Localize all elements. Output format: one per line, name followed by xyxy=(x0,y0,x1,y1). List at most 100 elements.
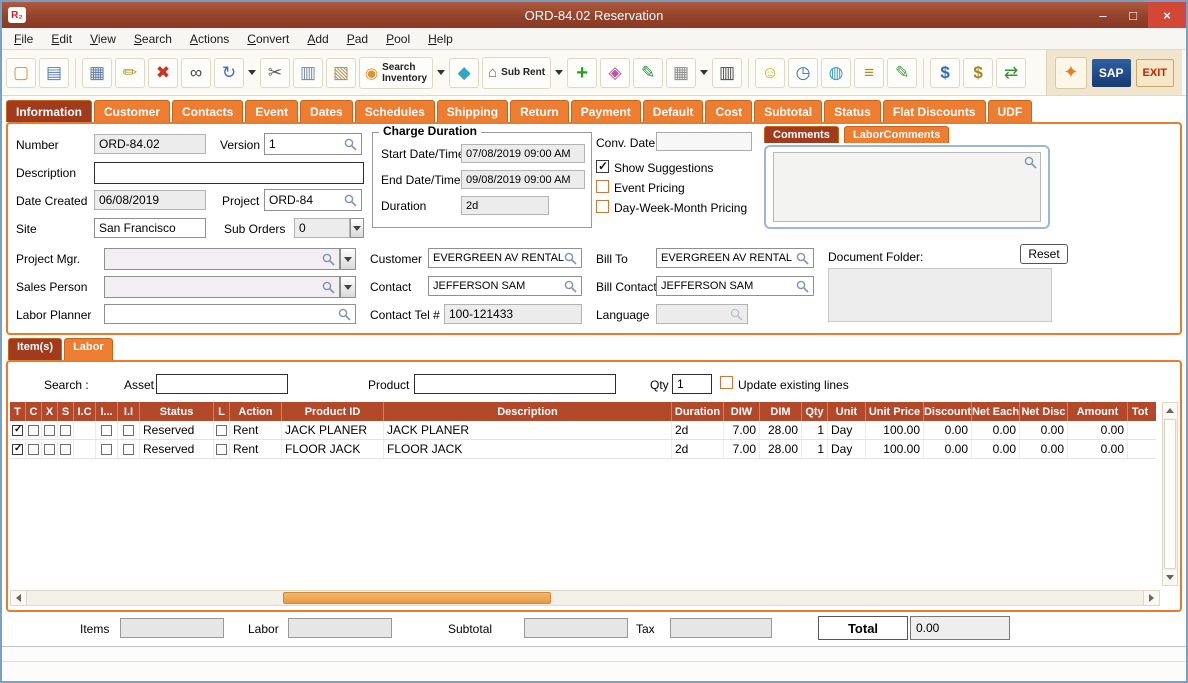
cell-ii[interactable] xyxy=(118,421,140,439)
end-datetime-field[interactable]: 09/08/2019 09:00 AM xyxy=(461,170,585,189)
tab-cost[interactable]: Cost xyxy=(705,100,752,122)
date-created-field[interactable]: 06/08/2019 xyxy=(94,190,206,210)
reset-button[interactable]: Reset xyxy=(1020,244,1068,264)
items-horizontal-scrollbar[interactable] xyxy=(10,590,1160,606)
cell-net-each[interactable]: 0.00 xyxy=(972,421,1020,439)
scroll-down-button[interactable] xyxy=(1163,570,1177,585)
customer-field[interactable]: EVERGREEN AV RENTAL xyxy=(428,248,582,268)
project-mgr-lookup-icon[interactable] xyxy=(322,253,335,266)
payment-button[interactable]: $ xyxy=(963,58,993,88)
cell-dim[interactable]: 28.00 xyxy=(760,440,802,458)
sap-button[interactable]: SAP xyxy=(1092,59,1131,87)
tab-labor-comments[interactable]: LaborComments xyxy=(844,126,949,143)
row-i-checkbox[interactable] xyxy=(101,425,112,436)
new-order-button[interactable]: ▢ xyxy=(6,58,36,88)
tab-default[interactable]: Default xyxy=(643,100,704,122)
paste-button[interactable]: ▧ xyxy=(326,58,356,88)
row-x-checkbox[interactable] xyxy=(44,425,55,436)
row-ii-checkbox[interactable] xyxy=(123,425,134,436)
horizontal-scroll-thumb[interactable] xyxy=(283,592,551,604)
calendar-button[interactable]: ▦ xyxy=(666,58,696,88)
row-c-checkbox[interactable] xyxy=(28,444,39,455)
search-inventory-dropdown-arrow-icon[interactable] xyxy=(436,58,446,88)
asset-input[interactable] xyxy=(156,374,288,394)
shapes-button[interactable]: ◆ xyxy=(449,58,479,88)
cell-select[interactable] xyxy=(10,440,26,458)
col-unit[interactable]: Unit xyxy=(828,402,866,421)
search-inventory-button[interactable]: ◉ SearchInventory xyxy=(359,57,433,89)
product-input[interactable] xyxy=(414,374,616,394)
day-week-month-checkbox[interactable] xyxy=(596,200,609,213)
cell-net-disc[interactable]: 0.00 xyxy=(1020,421,1068,439)
cell-c[interactable] xyxy=(26,421,42,439)
cell-amount[interactable]: 0.00 xyxy=(1068,421,1128,439)
cell-qty[interactable]: 1 xyxy=(802,421,828,439)
col-t[interactable]: T xyxy=(10,402,26,421)
tools-button[interactable]: ✦ xyxy=(1055,57,1087,89)
cell-description[interactable]: JACK PLANER xyxy=(384,421,672,439)
exit-button[interactable]: EXIT xyxy=(1136,59,1174,87)
start-datetime-field[interactable]: 07/08/2019 09:00 AM xyxy=(461,144,585,163)
barcode-print-button[interactable]: ▥ xyxy=(712,58,742,88)
contact-field[interactable]: JEFFERSON SAM xyxy=(428,276,582,296)
cell-dim[interactable]: 28.00 xyxy=(760,421,802,439)
col-amount[interactable]: Amount xyxy=(1068,402,1128,421)
col-diw[interactable]: DIW xyxy=(724,402,760,421)
total-value-field[interactable]: 0.00 xyxy=(910,616,1010,640)
menu-search[interactable]: Search xyxy=(134,32,172,46)
menu-actions[interactable]: Actions xyxy=(190,32,229,46)
col-net-disc[interactable]: Net Disc xyxy=(1020,402,1068,421)
cell-s[interactable] xyxy=(58,440,74,458)
project-mgr-field[interactable] xyxy=(104,248,340,270)
cell-idots[interactable] xyxy=(96,440,118,458)
maximize-button[interactable]: □ xyxy=(1118,2,1148,28)
print-button[interactable]: ▤ xyxy=(39,58,69,88)
cell-discount[interactable]: 0.00 xyxy=(924,440,972,458)
cell-diw[interactable]: 7.00 xyxy=(724,440,760,458)
contact-lookup-icon[interactable] xyxy=(564,280,577,293)
items-total-field[interactable] xyxy=(120,618,224,638)
cell-action[interactable]: Rent xyxy=(230,421,282,439)
sales-person-field[interactable] xyxy=(104,276,340,298)
bill-to-field[interactable]: EVERGREEN AV RENTAL xyxy=(656,248,814,268)
tab-shipping[interactable]: Shipping xyxy=(437,100,508,122)
table-row[interactable]: Reserved Rent JACK PLANER JACK PLANER 2d… xyxy=(10,421,1156,440)
row-l-checkbox[interactable] xyxy=(216,444,227,455)
tax-field[interactable] xyxy=(670,618,772,638)
tab-dates[interactable]: Dates xyxy=(300,100,353,122)
sales-person-lookup-icon[interactable] xyxy=(322,281,335,294)
cell-x[interactable] xyxy=(42,421,58,439)
cell-discount[interactable]: 0.00 xyxy=(924,421,972,439)
tab-status[interactable]: Status xyxy=(824,100,881,122)
site-field[interactable]: San Francisco xyxy=(94,218,206,238)
sub-orders-dropdown-button[interactable] xyxy=(350,218,364,238)
col-discount[interactable]: Discount xyxy=(924,402,972,421)
cut-button[interactable]: ✂ xyxy=(260,58,290,88)
comments-lookup-icon[interactable] xyxy=(1021,153,1040,221)
tab-flat-discounts[interactable]: Flat Discounts xyxy=(883,100,986,122)
bill-contact-lookup-icon[interactable] xyxy=(796,280,809,293)
edit-button[interactable]: ✏ xyxy=(115,58,145,88)
tab-return[interactable]: Return xyxy=(510,100,569,122)
cell-net-disc[interactable]: 0.00 xyxy=(1020,440,1068,458)
tab-schedules[interactable]: Schedules xyxy=(355,100,435,122)
notes-button[interactable]: ✎ xyxy=(633,58,663,88)
cell-action[interactable]: Rent xyxy=(230,440,282,458)
find-button[interactable]: ∞ xyxy=(181,58,211,88)
row-c-checkbox[interactable] xyxy=(28,425,39,436)
currency-button[interactable]: $ xyxy=(930,58,960,88)
tab-information[interactable]: Information xyxy=(6,100,92,122)
tab-comments[interactable]: Comments xyxy=(764,126,839,143)
tab-items[interactable]: Item(s) xyxy=(8,338,62,360)
cell-status[interactable]: Reserved xyxy=(140,440,214,458)
tab-subtotal[interactable]: Subtotal xyxy=(754,100,822,122)
col-action[interactable]: Action xyxy=(230,402,282,421)
cell-unit[interactable]: Day xyxy=(828,421,866,439)
duration-field[interactable]: 2d xyxy=(461,196,549,215)
items-vertical-scrollbar[interactable] xyxy=(1162,402,1178,586)
col-ii[interactable]: I.I xyxy=(118,402,140,421)
project-mgr-dropdown-button[interactable] xyxy=(340,248,356,270)
show-suggestions-checkbox[interactable] xyxy=(596,160,609,173)
row-ii-checkbox[interactable] xyxy=(123,444,134,455)
scroll-right-button[interactable] xyxy=(1143,591,1159,605)
